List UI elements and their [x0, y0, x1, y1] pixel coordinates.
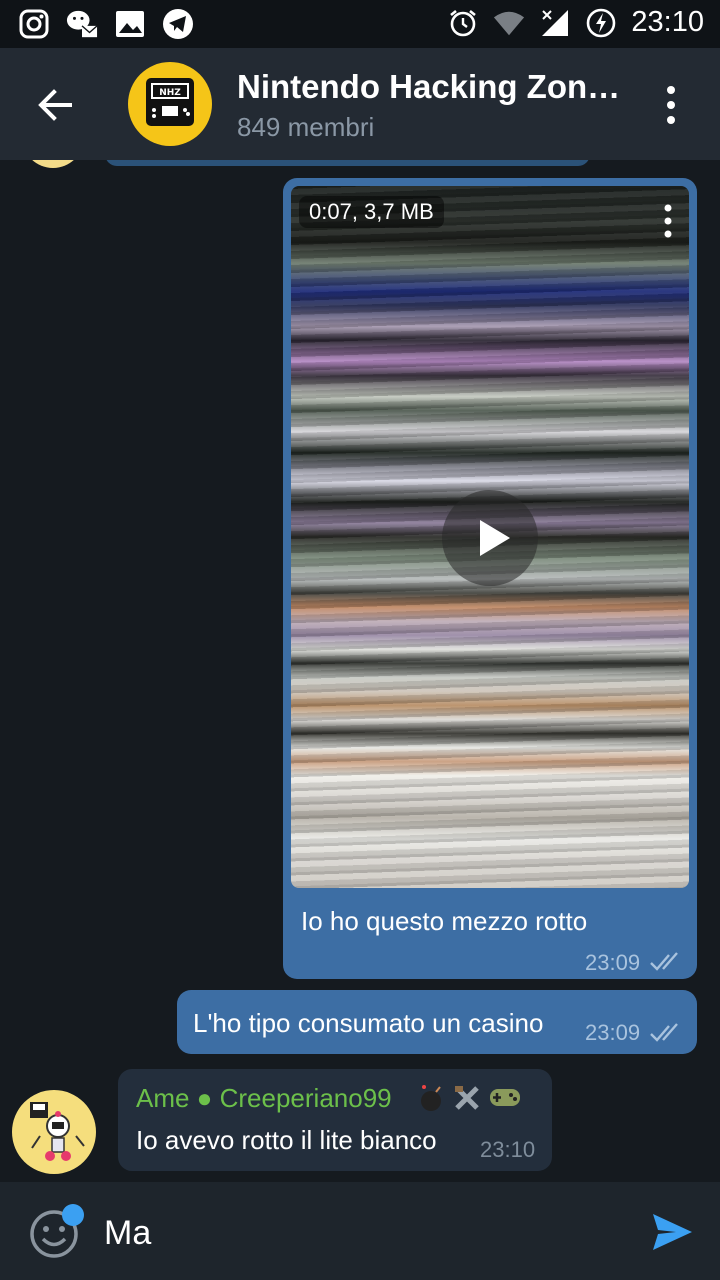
message-time: 23:09: [585, 950, 641, 975]
battery-charging-icon: [585, 7, 617, 39]
message-input[interactable]: Ma: [104, 1214, 151, 1253]
previous-sender-avatar[interactable]: [22, 160, 84, 168]
bomb-emoji-icon: [421, 1085, 441, 1111]
double-check-icon: [650, 1023, 678, 1042]
back-button[interactable]: [30, 80, 80, 130]
arrow-back-icon: [38, 89, 72, 121]
message-text: Io avevo rotto il lite bianco: [136, 1125, 437, 1155]
video-duration-size: 0:07, 3,7 MB: [299, 196, 444, 228]
gallery-icon: [114, 8, 146, 40]
group-avatar[interactable]: NHZ: [128, 62, 212, 146]
message-input-bar: Ma: [0, 1182, 720, 1280]
gamepad-emoji-icon: [490, 1089, 520, 1106]
outgoing-text-message[interactable]: L'ho tipo consumato un casino 23:09: [177, 990, 697, 1054]
member-count: 849 membri: [237, 112, 375, 142]
send-icon: [653, 1214, 692, 1250]
sender-avatar[interactable]: [12, 1090, 96, 1174]
play-icon: [480, 520, 510, 556]
outgoing-video-message[interactable]: 0:07, 3,7 MB Io ho questo mezzo rotto 23…: [283, 178, 697, 979]
alarm-icon: [447, 7, 479, 39]
message-text: L'ho tipo consumato un casino: [193, 1008, 544, 1038]
chat-header: NHZ Nintendo Hacking Zon… 849 membri: [0, 48, 720, 160]
video-caption: Io ho questo mezzo rotto: [301, 906, 588, 936]
wechat-icon: [66, 8, 98, 40]
send-button[interactable]: [650, 1210, 694, 1254]
bomberman-avatar-icon: [30, 1102, 85, 1161]
play-button[interactable]: [442, 490, 538, 586]
incoming-text-message[interactable]: Ame ● Creeperiano99 Io avevo rotto il li…: [118, 1069, 552, 1171]
video-menu-button[interactable]: [661, 202, 675, 242]
emoji-notification-dot: [62, 1204, 84, 1226]
video-thumbnail[interactable]: 0:07, 3,7 MB: [291, 186, 689, 888]
message-list[interactable]: 0:07, 3,7 MB Io ho questo mezzo rotto 23…: [0, 160, 720, 1182]
sender-emojis: [418, 1083, 522, 1113]
telegram-icon: [162, 8, 194, 40]
more-vert-icon: [664, 204, 672, 238]
chat-title[interactable]: Nintendo Hacking Zon…: [237, 68, 620, 106]
status-bar: 23:10: [0, 0, 720, 48]
more-vert-icon: [667, 86, 675, 124]
sender-name[interactable]: Ame ● Creeperiano99: [136, 1083, 392, 1114]
tools-emoji-icon: [455, 1086, 479, 1110]
console-logo-icon: NHZ: [146, 78, 194, 126]
instagram-icon: [18, 8, 50, 40]
signal-icon: [539, 7, 571, 39]
message-time: 23:10: [480, 1137, 536, 1162]
message-time: 23:09: [585, 1020, 641, 1045]
status-time: 23:10: [631, 6, 704, 38]
avatar-logo-text: NHZ: [159, 88, 181, 98]
more-options-button[interactable]: [656, 82, 686, 128]
previous-message-bubble[interactable]: [105, 160, 590, 166]
wifi-icon: [493, 7, 525, 39]
double-check-icon: [650, 952, 678, 971]
